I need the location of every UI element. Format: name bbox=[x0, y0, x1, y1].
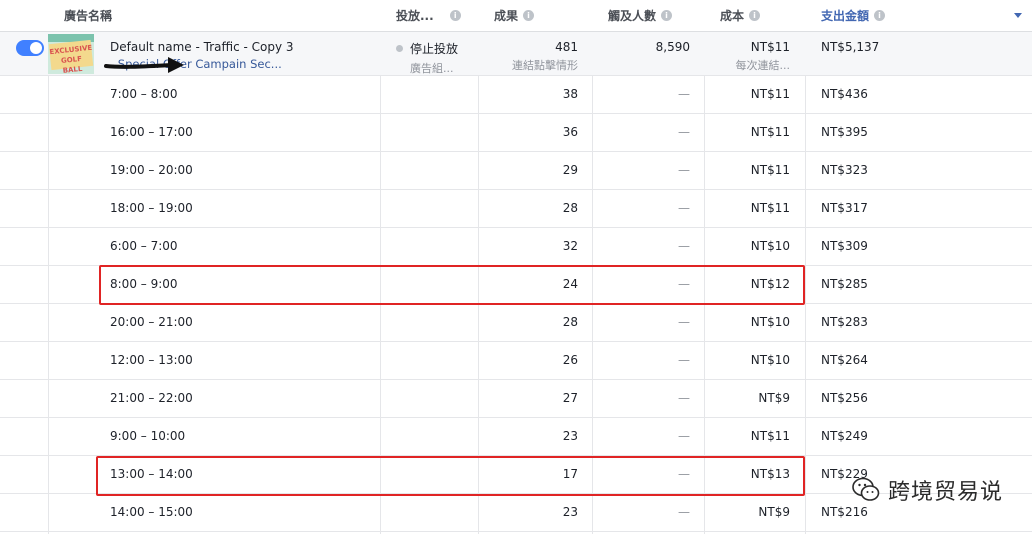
table-row: 9:00 – 10:00 23— NT$11 NT$249 bbox=[0, 418, 1032, 456]
results-value: 481 bbox=[555, 40, 578, 54]
table-row: 19:00 – 20:00 29— NT$11 NT$323 bbox=[0, 152, 1032, 190]
info-icon[interactable]: i bbox=[661, 10, 673, 21]
cost-value: NT$9 bbox=[758, 505, 790, 519]
ad-status-toggle[interactable] bbox=[16, 40, 44, 56]
cost-value: NT$11 bbox=[750, 40, 790, 54]
col-header-label: 投放... bbox=[396, 9, 434, 23]
wechat-icon bbox=[852, 477, 880, 501]
table-row: 18:00 – 19:00 28— NT$11 NT$317 bbox=[0, 190, 1032, 228]
delivery-sub: 廣告組... bbox=[410, 62, 454, 75]
info-icon[interactable]: i bbox=[874, 10, 886, 21]
table-row: 7:00 – 8:00 38— NT$11 NT$436 bbox=[0, 76, 1032, 114]
col-header-reach[interactable]: 觸及人數 i bbox=[608, 0, 698, 31]
col-header-ad-name[interactable]: 廣告名稱 bbox=[64, 0, 364, 31]
spend-value: NT$5,137 bbox=[821, 40, 880, 54]
info-icon[interactable]: i bbox=[449, 10, 461, 21]
reach-value: — bbox=[678, 505, 690, 519]
table-row: 16:00 – 17:00 36— NT$11 NT$395 bbox=[0, 114, 1032, 152]
thumbnail-text: EXCLUSIVE GOLF BALL bbox=[48, 39, 94, 74]
results-value: 23 bbox=[562, 505, 578, 519]
col-header-label: 廣告名稱 bbox=[64, 9, 113, 23]
col-header-results[interactable]: 成果 i bbox=[494, 0, 584, 31]
table-row: 12:00 – 13:00 26— NT$10 NT$264 bbox=[0, 342, 1032, 380]
time-range: 14:00 – 15:00 bbox=[110, 505, 193, 519]
table-row: 20:00 – 21:00 28— NT$10 NT$283 bbox=[0, 304, 1032, 342]
highlight-box bbox=[96, 456, 805, 496]
col-header-spend[interactable]: 支出金額 i bbox=[821, 0, 1021, 31]
watermark: 跨境贸易说 bbox=[852, 474, 1003, 506]
watermark-text: 跨境贸易说 bbox=[888, 480, 1004, 505]
delivery-status: 停止投放 bbox=[410, 42, 459, 56]
highlight-box bbox=[99, 265, 805, 305]
sort-descending-icon[interactable] bbox=[1014, 13, 1022, 18]
col-header-label: 支出金額 bbox=[821, 9, 870, 23]
spend-value: NT$216 bbox=[821, 505, 868, 519]
info-icon[interactable]: i bbox=[749, 10, 761, 21]
table-row: 6:00 – 7:00 32— NT$10 NT$309 bbox=[0, 228, 1032, 266]
ad-thumbnail[interactable]: EXCLUSIVE GOLF BALL bbox=[48, 34, 94, 74]
cost-sub: 每次連結... bbox=[735, 59, 791, 72]
status-dot-icon bbox=[396, 45, 403, 52]
reach-value: 8,590 bbox=[655, 40, 690, 54]
table-header: 廣告名稱 投放... i 成果 i 觸及人數 i 成本 i 支出金額 i bbox=[0, 0, 1032, 32]
results-sub: 連結點擊情形 bbox=[512, 59, 578, 72]
col-header-label: 成本 bbox=[720, 9, 745, 23]
col-header-delivery[interactable]: 投放... i bbox=[396, 0, 468, 31]
info-icon[interactable]: i bbox=[523, 10, 535, 21]
table-row: 21:00 – 22:00 27— NT$9 NT$256 bbox=[0, 380, 1032, 418]
arrow-annotation-icon bbox=[104, 57, 184, 73]
ad-name-link[interactable]: Default name - Traffic - Copy 3 bbox=[110, 40, 294, 54]
col-header-cost[interactable]: 成本 i bbox=[720, 0, 800, 31]
col-header-label: 觸及人數 bbox=[608, 9, 657, 23]
col-header-label: 成果 bbox=[494, 9, 519, 23]
